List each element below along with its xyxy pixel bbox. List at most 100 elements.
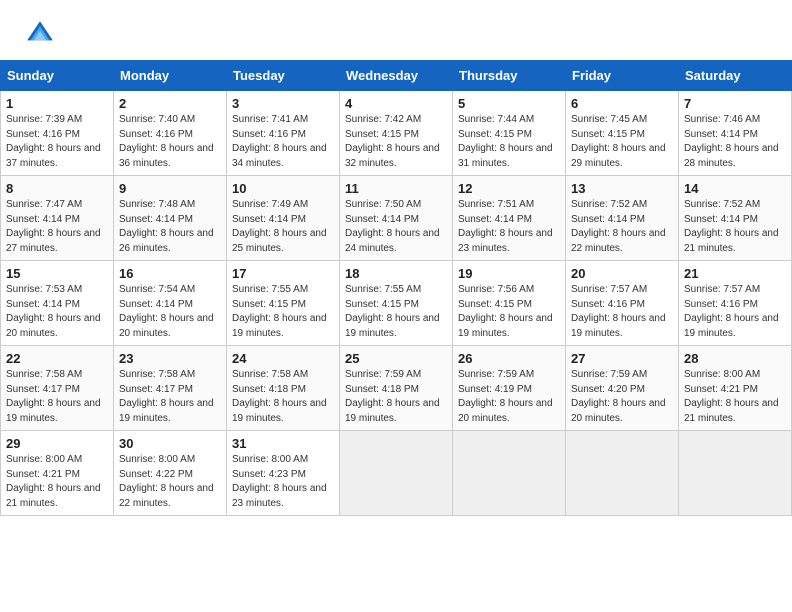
day-number: 14 xyxy=(684,181,786,196)
day-info: Sunrise: 7:46 AMSunset: 4:14 PMDaylight:… xyxy=(684,113,786,171)
calendar-table: Sunday Monday Tuesday Wednesday Thursday… xyxy=(0,60,792,516)
table-row: 2 Sunrise: 7:40 AMSunset: 4:16 PMDaylight… xyxy=(114,91,227,176)
table-row: 10 Sunrise: 7:49 AMSunset: 4:14 PMDayligh… xyxy=(227,176,340,261)
day-number: 16 xyxy=(119,266,221,281)
day-number: 31 xyxy=(232,436,334,451)
day-info: Sunrise: 7:54 AMSunset: 4:14 PMDaylight:… xyxy=(119,283,221,341)
day-number: 24 xyxy=(232,351,334,366)
day-number: 18 xyxy=(345,266,447,281)
header xyxy=(0,0,792,60)
day-number: 11 xyxy=(345,181,447,196)
day-number: 19 xyxy=(458,266,560,281)
day-info: Sunrise: 7:44 AMSunset: 4:15 PMDaylight:… xyxy=(458,113,560,171)
table-row: 27 Sunrise: 7:59 AMSunset: 4:20 PMDayligh… xyxy=(566,346,679,431)
table-row: 8 Sunrise: 7:47 AMSunset: 4:14 PMDaylight… xyxy=(1,176,114,261)
calendar-header-row: Sunday Monday Tuesday Wednesday Thursday… xyxy=(1,61,792,91)
day-info: Sunrise: 7:49 AMSunset: 4:14 PMDaylight:… xyxy=(232,198,334,256)
day-info: Sunrise: 7:58 AMSunset: 4:17 PMDaylight:… xyxy=(119,368,221,426)
day-info: Sunrise: 7:39 AMSunset: 4:16 PMDaylight:… xyxy=(6,113,108,171)
day-number: 20 xyxy=(571,266,673,281)
day-info: Sunrise: 7:58 AMSunset: 4:17 PMDaylight:… xyxy=(6,368,108,426)
page: Sunday Monday Tuesday Wednesday Thursday… xyxy=(0,0,792,612)
table-row: 3 Sunrise: 7:41 AMSunset: 4:16 PMDaylight… xyxy=(227,91,340,176)
col-tuesday: Tuesday xyxy=(227,61,340,91)
table-row: 25 Sunrise: 7:59 AMSunset: 4:18 PMDayligh… xyxy=(340,346,453,431)
table-row: 20 Sunrise: 7:57 AMSunset: 4:16 PMDayligh… xyxy=(566,261,679,346)
calendar-week-row: 29Sunrise: 8:00 AMSunset: 4:21 PMDayligh… xyxy=(1,431,792,516)
table-row: 12 Sunrise: 7:51 AMSunset: 4:14 PMDayligh… xyxy=(453,176,566,261)
day-info: Sunrise: 7:52 AMSunset: 4:14 PMDaylight:… xyxy=(684,198,786,256)
day-info: Sunrise: 7:52 AMSunset: 4:14 PMDaylight:… xyxy=(571,198,673,256)
calendar-week-row: 15 Sunrise: 7:53 AMSunset: 4:14 PMDayligh… xyxy=(1,261,792,346)
table-row: 6Sunrise: 7:45 AMSunset: 4:15 PMDaylight… xyxy=(566,91,679,176)
day-info: Sunrise: 7:40 AMSunset: 4:16 PMDaylight:… xyxy=(119,113,221,171)
day-number: 2 xyxy=(119,96,221,111)
table-row: 9Sunrise: 7:48 AMSunset: 4:14 PMDaylight… xyxy=(114,176,227,261)
table-row: 16 Sunrise: 7:54 AMSunset: 4:14 PMDayligh… xyxy=(114,261,227,346)
day-number: 5 xyxy=(458,96,560,111)
table-row: 18 Sunrise: 7:55 AMSunset: 4:15 PMDayligh… xyxy=(340,261,453,346)
table-row: 21Sunrise: 7:57 AMSunset: 4:16 PMDayligh… xyxy=(679,261,792,346)
table-row: 26 Sunrise: 7:59 AMSunset: 4:19 PMDayligh… xyxy=(453,346,566,431)
day-info: Sunrise: 8:00 AMSunset: 4:21 PMDaylight:… xyxy=(684,368,786,426)
day-number: 26 xyxy=(458,351,560,366)
logo-icon xyxy=(24,18,56,50)
col-sunday: Sunday xyxy=(1,61,114,91)
table-row xyxy=(340,431,453,516)
day-info: Sunrise: 7:45 AMSunset: 4:15 PMDaylight:… xyxy=(571,113,673,171)
col-thursday: Thursday xyxy=(453,61,566,91)
logo xyxy=(24,18,64,50)
day-number: 8 xyxy=(6,181,108,196)
table-row xyxy=(453,431,566,516)
day-info: Sunrise: 7:59 AMSunset: 4:20 PMDaylight:… xyxy=(571,368,673,426)
table-row: 17 Sunrise: 7:55 AMSunset: 4:15 PMDayligh… xyxy=(227,261,340,346)
table-row xyxy=(566,431,679,516)
day-number: 21 xyxy=(684,266,786,281)
day-info: Sunrise: 7:50 AMSunset: 4:14 PMDaylight:… xyxy=(345,198,447,256)
day-number: 13 xyxy=(571,181,673,196)
table-row: 5 Sunrise: 7:44 AMSunset: 4:15 PMDaylight… xyxy=(453,91,566,176)
day-info: Sunrise: 7:59 AMSunset: 4:19 PMDaylight:… xyxy=(458,368,560,426)
day-number: 1 xyxy=(6,96,108,111)
day-number: 15 xyxy=(6,266,108,281)
day-info: Sunrise: 7:55 AMSunset: 4:15 PMDaylight:… xyxy=(232,283,334,341)
calendar-week-row: 8 Sunrise: 7:47 AMSunset: 4:14 PMDaylight… xyxy=(1,176,792,261)
day-number: 22 xyxy=(6,351,108,366)
col-monday: Monday xyxy=(114,61,227,91)
day-info: Sunrise: 7:58 AMSunset: 4:18 PMDaylight:… xyxy=(232,368,334,426)
table-row: 31Sunrise: 8:00 AMSunset: 4:23 PMDayligh… xyxy=(227,431,340,516)
table-row xyxy=(679,431,792,516)
day-info: Sunrise: 7:41 AMSunset: 4:16 PMDaylight:… xyxy=(232,113,334,171)
day-number: 3 xyxy=(232,96,334,111)
day-number: 10 xyxy=(232,181,334,196)
day-number: 28 xyxy=(684,351,786,366)
calendar-week-row: 22 Sunrise: 7:58 AMSunset: 4:17 PMDayligh… xyxy=(1,346,792,431)
calendar-week-row: 1 Sunrise: 7:39 AMSunset: 4:16 PMDaylight… xyxy=(1,91,792,176)
day-number: 25 xyxy=(345,351,447,366)
table-row: 19 Sunrise: 7:56 AMSunset: 4:15 PMDayligh… xyxy=(453,261,566,346)
table-row: 7Sunrise: 7:46 AMSunset: 4:14 PMDaylight… xyxy=(679,91,792,176)
table-row: 4Sunrise: 7:42 AMSunset: 4:15 PMDaylight… xyxy=(340,91,453,176)
day-number: 4 xyxy=(345,96,447,111)
day-info: Sunrise: 7:59 AMSunset: 4:18 PMDaylight:… xyxy=(345,368,447,426)
day-info: Sunrise: 7:51 AMSunset: 4:14 PMDaylight:… xyxy=(458,198,560,256)
table-row: 13 Sunrise: 7:52 AMSunset: 4:14 PMDayligh… xyxy=(566,176,679,261)
day-info: Sunrise: 7:55 AMSunset: 4:15 PMDaylight:… xyxy=(345,283,447,341)
col-saturday: Saturday xyxy=(679,61,792,91)
table-row: 29Sunrise: 8:00 AMSunset: 4:21 PMDayligh… xyxy=(1,431,114,516)
table-row: 24 Sunrise: 7:58 AMSunset: 4:18 PMDayligh… xyxy=(227,346,340,431)
table-row: 11 Sunrise: 7:50 AMSunset: 4:14 PMDayligh… xyxy=(340,176,453,261)
table-row: 14 Sunrise: 7:52 AMSunset: 4:14 PMDayligh… xyxy=(679,176,792,261)
day-info: Sunrise: 7:56 AMSunset: 4:15 PMDaylight:… xyxy=(458,283,560,341)
day-info: Sunrise: 7:48 AMSunset: 4:14 PMDaylight:… xyxy=(119,198,221,256)
day-info: Sunrise: 7:53 AMSunset: 4:14 PMDaylight:… xyxy=(6,283,108,341)
day-number: 17 xyxy=(232,266,334,281)
table-row: 1 Sunrise: 7:39 AMSunset: 4:16 PMDaylight… xyxy=(1,91,114,176)
table-row: 22 Sunrise: 7:58 AMSunset: 4:17 PMDayligh… xyxy=(1,346,114,431)
day-info: Sunrise: 7:57 AMSunset: 4:16 PMDaylight:… xyxy=(571,283,673,341)
day-number: 27 xyxy=(571,351,673,366)
table-row: 30Sunrise: 8:00 AMSunset: 4:22 PMDayligh… xyxy=(114,431,227,516)
day-info: Sunrise: 7:47 AMSunset: 4:14 PMDaylight:… xyxy=(6,198,108,256)
day-number: 30 xyxy=(119,436,221,451)
day-number: 12 xyxy=(458,181,560,196)
